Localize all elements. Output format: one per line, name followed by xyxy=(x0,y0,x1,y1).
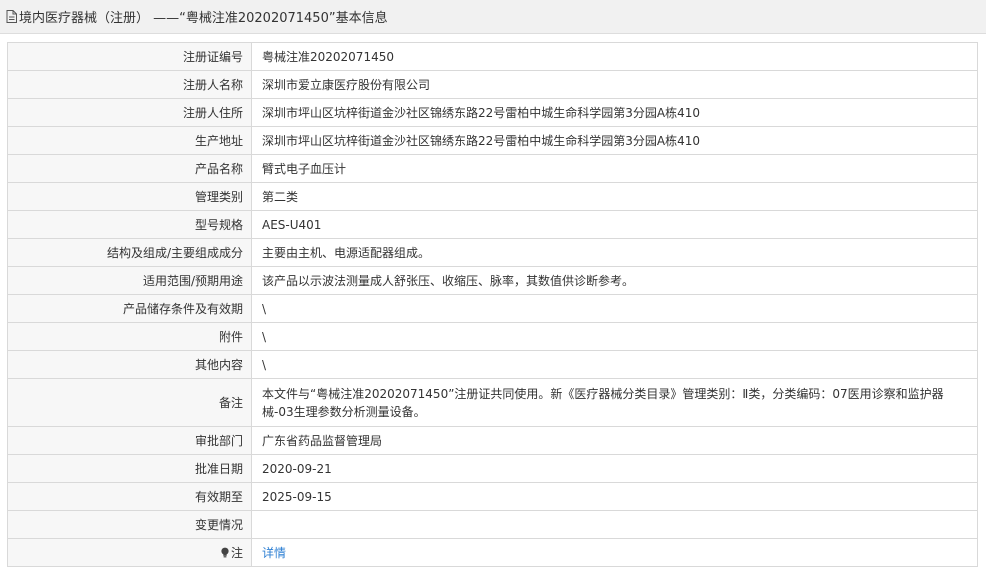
row-value: \ xyxy=(251,322,978,351)
row-value: 粤械注准20202071450 xyxy=(251,42,978,71)
row-label: 适用范围/预期用途 xyxy=(7,266,252,295)
note-value-cell: 详情 xyxy=(251,538,978,567)
table-row: 变更情况 xyxy=(7,510,978,539)
note-label: 注 xyxy=(230,545,243,560)
page-header: 境内医疗器械（注册） ——“粤械注准20202071450”基本信息 xyxy=(0,0,986,34)
page-title: 境内医疗器械（注册） ——“粤械注准20202071450”基本信息 xyxy=(19,11,388,26)
row-value: \ xyxy=(251,294,978,323)
table-row: 附件 \ xyxy=(7,322,978,351)
row-label: 有效期至 xyxy=(7,482,252,511)
table-row: 注册证编号 粤械注准20202071450 xyxy=(7,42,978,71)
row-label: 产品储存条件及有效期 xyxy=(7,294,252,323)
row-label: 注册人名称 xyxy=(7,70,252,99)
row-label: 审批部门 xyxy=(7,426,252,455)
row-value: AES-U401 xyxy=(251,210,978,239)
row-label: 批准日期 xyxy=(7,454,252,483)
table-row: 批准日期 2020-09-21 xyxy=(7,454,978,483)
row-label: 注册证编号 xyxy=(7,42,252,71)
row-label: 备注 xyxy=(7,378,252,427)
row-value: 深圳市坪山区坑梓街道金沙社区锦绣东路22号雷柏中城生命科学园第3分园A栋410 xyxy=(251,126,978,155)
row-value: 深圳市爱立康医疗股份有限公司 xyxy=(251,70,978,99)
row-value: 主要由主机、电源适配器组成。 xyxy=(251,238,978,267)
row-label: 其他内容 xyxy=(7,350,252,379)
row-label: 产品名称 xyxy=(7,154,252,183)
lightbulb-icon xyxy=(220,545,230,557)
table-row: 产品名称 臂式电子血压计 xyxy=(7,154,978,183)
row-label: 管理类别 xyxy=(7,182,252,211)
row-value: 广东省药品监督管理局 xyxy=(251,426,978,455)
table-row: 生产地址 深圳市坪山区坑梓街道金沙社区锦绣东路22号雷柏中城生命科学园第3分园A… xyxy=(7,126,978,155)
row-label: 变更情况 xyxy=(7,510,252,539)
row-value: 第二类 xyxy=(251,182,978,211)
table-row: 产品储存条件及有效期 \ xyxy=(7,294,978,323)
row-value: 深圳市坪山区坑梓街道金沙社区锦绣东路22号雷柏中城生命科学园第3分园A栋410 xyxy=(251,98,978,127)
table-row: 适用范围/预期用途 该产品以示波法测量成人舒张压、收缩压、脉率，其数值供诊断参考… xyxy=(7,266,978,295)
table-row: 审批部门 广东省药品监督管理局 xyxy=(7,426,978,455)
row-value: 本文件与“粤械注准20202071450”注册证共同使用。新《医疗器械分类目录》… xyxy=(251,378,978,427)
row-value: 该产品以示波法测量成人舒张压、收缩压、脉率，其数值供诊断参考。 xyxy=(251,266,978,295)
note-label-cell: 注 xyxy=(7,538,252,567)
info-table-wrapper: 注册证编号 粤械注准20202071450 注册人名称 深圳市爱立康医疗股份有限… xyxy=(7,42,978,567)
table-row: 其他内容 \ xyxy=(7,350,978,379)
table-row: 注册人住所 深圳市坪山区坑梓街道金沙社区锦绣东路22号雷柏中城生命科学园第3分园… xyxy=(7,98,978,127)
row-label: 结构及组成/主要组成成分 xyxy=(7,238,252,267)
table-row: 备注 本文件与“粤械注准20202071450”注册证共同使用。新《医疗器械分类… xyxy=(7,378,978,427)
row-value: 2025-09-15 xyxy=(251,482,978,511)
table-row: 注册人名称 深圳市爱立康医疗股份有限公司 xyxy=(7,70,978,99)
table-row: 有效期至 2025-09-15 xyxy=(7,482,978,511)
row-value: 臂式电子血压计 xyxy=(251,154,978,183)
row-value xyxy=(251,510,978,539)
row-label: 附件 xyxy=(7,322,252,351)
row-label: 生产地址 xyxy=(7,126,252,155)
table-row: 型号规格 AES-U401 xyxy=(7,210,978,239)
row-value: \ xyxy=(251,350,978,379)
document-icon xyxy=(6,10,17,23)
row-label: 型号规格 xyxy=(7,210,252,239)
row-label: 注册人住所 xyxy=(7,98,252,127)
row-value: 2020-09-21 xyxy=(251,454,978,483)
table-row: 管理类别 第二类 xyxy=(7,182,978,211)
note-row: 注 详情 xyxy=(7,538,978,567)
info-table: 注册证编号 粤械注准20202071450 注册人名称 深圳市爱立康医疗股份有限… xyxy=(7,42,978,567)
table-row: 结构及组成/主要组成成分 主要由主机、电源适配器组成。 xyxy=(7,238,978,267)
details-link[interactable]: 详情 xyxy=(262,546,286,560)
